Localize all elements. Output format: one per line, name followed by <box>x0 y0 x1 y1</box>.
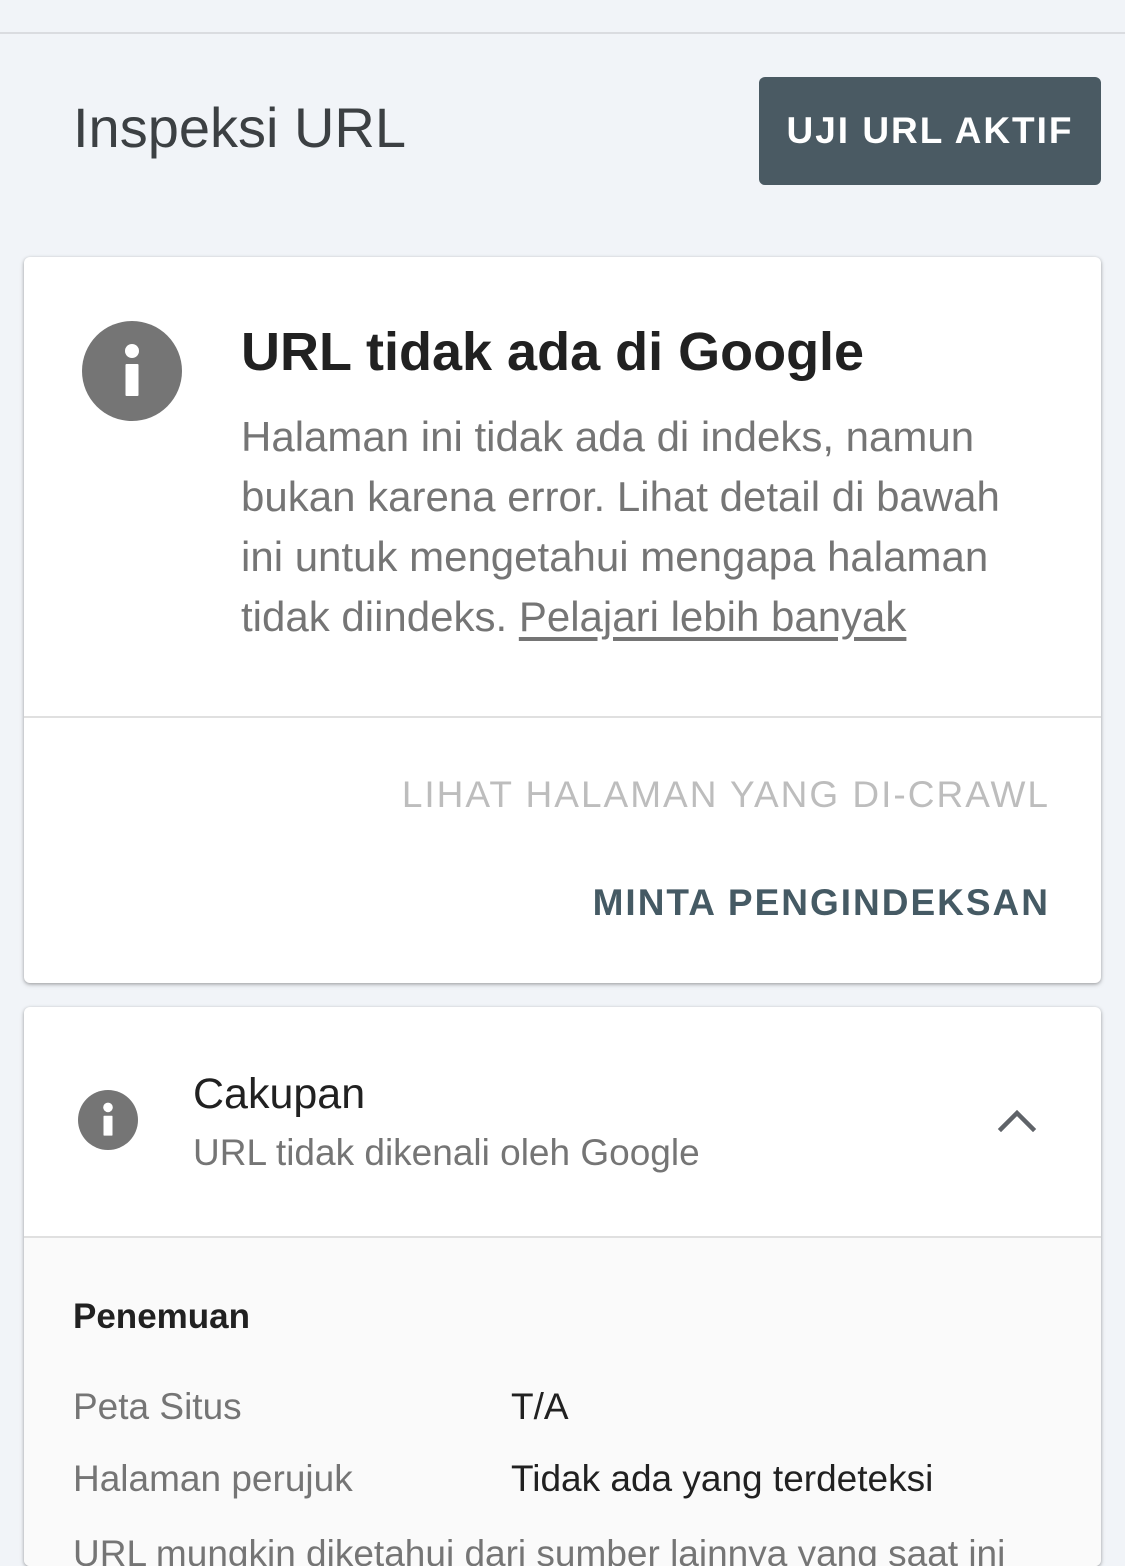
coverage-details: Penemuan Peta Situs T/A Halaman perujuk … <box>24 1238 1101 1566</box>
chevron-up-icon[interactable] <box>997 1108 1037 1132</box>
view-crawled-page-button[interactable]: LIHAT HALAMAN YANG DI-CRAWL <box>402 773 1050 817</box>
card-divider <box>24 716 1101 718</box>
coverage-expander[interactable]: Cakupan URL tidak dikenali oleh Google <box>24 1007 1101 1236</box>
status-title: URL tidak ada di Google <box>241 322 865 382</box>
sitemap-label: Peta Situs <box>73 1386 242 1427</box>
learn-more-link[interactable]: Pelajari lebih banyak <box>519 593 907 640</box>
referring-page-label: Halaman perujuk <box>73 1458 353 1499</box>
request-indexing-button[interactable]: MINTA PENGINDEKSAN <box>593 881 1050 925</box>
sitemap-value: T/A <box>511 1386 569 1427</box>
status-description: Halaman ini tidak ada di indeks, namun b… <box>241 407 1031 647</box>
page-title: Inspeksi URL <box>73 96 407 159</box>
discovery-section-title: Penemuan <box>73 1297 250 1336</box>
info-icon <box>82 321 182 421</box>
coverage-note: URL mungkin diketahui dari sumber lainny… <box>73 1533 1006 1566</box>
coverage-card: Cakupan URL tidak dikenali oleh Google P… <box>24 1007 1101 1566</box>
url-status-card: URL tidak ada di Google Halaman ini tida… <box>24 257 1101 983</box>
top-divider <box>0 32 1125 34</box>
coverage-title: Cakupan <box>193 1070 366 1118</box>
test-live-url-button[interactable]: UJI URL AKTIF <box>759 77 1101 185</box>
referring-page-value: Tidak ada yang terdeteksi <box>511 1458 934 1499</box>
coverage-subtitle: URL tidak dikenali oleh Google <box>193 1132 700 1173</box>
info-icon <box>78 1090 138 1150</box>
